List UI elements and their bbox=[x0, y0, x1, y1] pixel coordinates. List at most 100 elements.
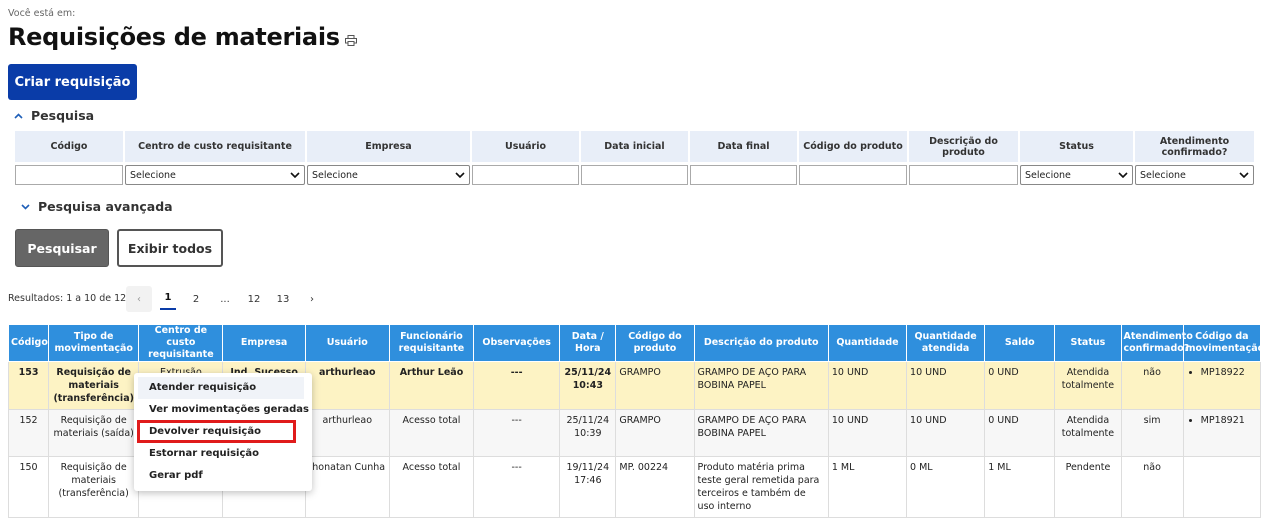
table-cell: arthurleao bbox=[304, 409, 390, 457]
filter-descricao-produto: Descrição do produto bbox=[909, 131, 1018, 185]
centro-select[interactable]: Selecione bbox=[125, 165, 305, 185]
table-cell bbox=[1182, 456, 1262, 518]
filter-data-inicial-label: Data inicial bbox=[581, 131, 688, 162]
col-header[interactable]: Código da movimentação bbox=[1182, 324, 1264, 362]
table-cell: Acesso total bbox=[388, 456, 475, 518]
col-header[interactable]: Quantidade bbox=[827, 324, 908, 362]
pagination-next[interactable]: › bbox=[303, 286, 321, 312]
show-all-button[interactable]: Exibir todos bbox=[117, 229, 223, 267]
chevron-down-icon bbox=[1118, 172, 1128, 178]
filter-centro: Centro de custo requisitante Selecione bbox=[125, 131, 305, 185]
col-header[interactable]: Quantidade atendida bbox=[906, 324, 986, 362]
table-cell: não bbox=[1120, 361, 1184, 410]
page-2[interactable]: 2 bbox=[188, 286, 204, 312]
table-cell: não bbox=[1120, 456, 1184, 518]
table-cell: Pendente bbox=[1054, 456, 1122, 518]
search-button[interactable]: Pesquisar bbox=[15, 229, 109, 267]
descricao-produto-input[interactable] bbox=[909, 165, 1018, 185]
table-cell: 152 bbox=[7, 409, 50, 457]
data-final-input[interactable] bbox=[690, 165, 797, 185]
atendimento-select[interactable]: Selecione bbox=[1135, 165, 1254, 185]
menu-item-atender[interactable]: Atender requisição bbox=[138, 377, 304, 399]
table-cell: 10 UND bbox=[906, 409, 986, 457]
col-header[interactable]: Funcionário requisitante bbox=[388, 324, 475, 362]
table-cell: arthurleao bbox=[304, 361, 390, 410]
filter-row: Código Centro de custo requisitante Selec… bbox=[15, 131, 1256, 185]
table-header-row: Código Tipo de movimentação Centro de cu… bbox=[7, 324, 1264, 362]
highlight-box bbox=[137, 420, 296, 443]
results-count: Resultados: 1 a 10 de 124. bbox=[8, 293, 136, 304]
page-12[interactable]: 12 bbox=[244, 286, 264, 312]
col-header[interactable]: Usuário bbox=[304, 324, 390, 362]
movement-code-link[interactable]: MP18921 bbox=[1201, 414, 1257, 427]
filter-codigo-label: Código bbox=[15, 131, 123, 162]
filter-usuario-label: Usuário bbox=[472, 131, 579, 162]
page-ellipsis: ... bbox=[220, 293, 230, 305]
table-cell: 1 ML bbox=[984, 456, 1056, 518]
usuario-input[interactable] bbox=[472, 165, 579, 185]
table-cell: 153 bbox=[7, 361, 50, 410]
col-header[interactable]: Observações bbox=[473, 324, 561, 362]
table-cell: Arthur Leão bbox=[388, 361, 475, 410]
page-1[interactable]: 1 bbox=[160, 286, 176, 310]
table-cell: 0 UND bbox=[984, 409, 1056, 457]
table-cell: Produto matéria prima teste geral remeti… bbox=[693, 456, 829, 518]
table-cell: GRAMPO bbox=[615, 361, 695, 410]
empresa-select[interactable]: Selecione bbox=[307, 165, 470, 185]
codigo-produto-input[interactable] bbox=[799, 165, 907, 185]
create-requisition-button[interactable]: Criar requisição bbox=[8, 64, 137, 100]
table-cell: 25/11/24 10:39 bbox=[559, 409, 617, 457]
breadcrumb: Você está em: bbox=[8, 8, 76, 19]
table-cell: Acesso total bbox=[388, 409, 475, 457]
page-title-text: Requisições de materiais bbox=[8, 23, 340, 51]
search-section-toggle[interactable]: Pesquisa bbox=[14, 108, 94, 123]
col-header[interactable]: Status bbox=[1054, 324, 1122, 362]
print-icon[interactable] bbox=[344, 24, 357, 46]
col-header[interactable]: Centro de custo requisitante bbox=[138, 324, 224, 362]
table-cell: Requisição de materiais (saída) bbox=[48, 409, 140, 457]
col-header[interactable]: Código bbox=[7, 324, 50, 362]
col-header[interactable]: Saldo bbox=[984, 324, 1056, 362]
data-inicial-input[interactable] bbox=[581, 165, 688, 185]
col-header[interactable]: Atendimento confirmado? bbox=[1120, 324, 1193, 362]
table-cell: 19/11/24 17:46 bbox=[559, 456, 617, 518]
status-select-value: Selecione bbox=[1025, 169, 1071, 181]
table-cell: sim bbox=[1120, 409, 1184, 457]
menu-item-ver-movimentacoes[interactable]: Ver movimentações geradas bbox=[134, 399, 312, 421]
atendimento-select-value: Selecione bbox=[1140, 169, 1186, 181]
col-header[interactable]: Empresa bbox=[222, 324, 306, 362]
table-cell: 1 ML bbox=[827, 456, 908, 518]
filter-usuario: Usuário bbox=[472, 131, 579, 185]
table-cell: GRAMPO DE AÇO PARA BOBINA PAPEL bbox=[693, 409, 829, 457]
advanced-search-toggle[interactable]: Pesquisa avançada bbox=[21, 199, 173, 214]
col-header[interactable]: Tipo de movimentação bbox=[48, 324, 140, 362]
status-select[interactable]: Selecione bbox=[1020, 165, 1133, 185]
search-section-label: Pesquisa bbox=[31, 108, 95, 123]
menu-item-estornar[interactable]: Estornar requisição bbox=[134, 443, 312, 465]
pagination-prev[interactable]: ‹ bbox=[126, 286, 152, 312]
chevron-down-icon bbox=[455, 172, 465, 178]
col-header[interactable]: Data / Hora bbox=[559, 324, 617, 362]
table-cell: MP18922 bbox=[1182, 361, 1262, 410]
table-cell: Requisição de materiais (transferência) bbox=[48, 456, 140, 518]
table-cell: 10 UND bbox=[827, 361, 908, 410]
page-13[interactable]: 13 bbox=[273, 286, 293, 312]
filter-codigo: Código bbox=[15, 131, 123, 185]
filter-data-final: Data final bbox=[690, 131, 797, 185]
col-header[interactable]: Descrição do produto bbox=[693, 324, 829, 362]
table-cell: --- bbox=[473, 361, 561, 410]
filter-data-final-label: Data final bbox=[690, 131, 797, 162]
table-cell: 0 UND bbox=[984, 361, 1056, 410]
table-cell: --- bbox=[473, 456, 561, 518]
table-cell: MP18921 bbox=[1182, 409, 1262, 457]
filter-descricao-produto-label: Descrição do produto bbox=[909, 131, 1018, 162]
table-cell: 25/11/24 10:43 bbox=[559, 361, 617, 410]
menu-item-gerar-pdf[interactable]: Gerar pdf bbox=[134, 465, 312, 487]
filter-codigo-produto-label: Código do produto bbox=[799, 131, 907, 162]
filter-data-inicial: Data inicial bbox=[581, 131, 688, 185]
col-header[interactable]: Código do produto bbox=[615, 324, 695, 362]
movement-code-link[interactable]: MP18922 bbox=[1201, 366, 1257, 379]
advanced-search-label: Pesquisa avançada bbox=[38, 199, 173, 214]
codigo-input[interactable] bbox=[15, 165, 123, 185]
chevron-down-icon bbox=[21, 203, 30, 210]
